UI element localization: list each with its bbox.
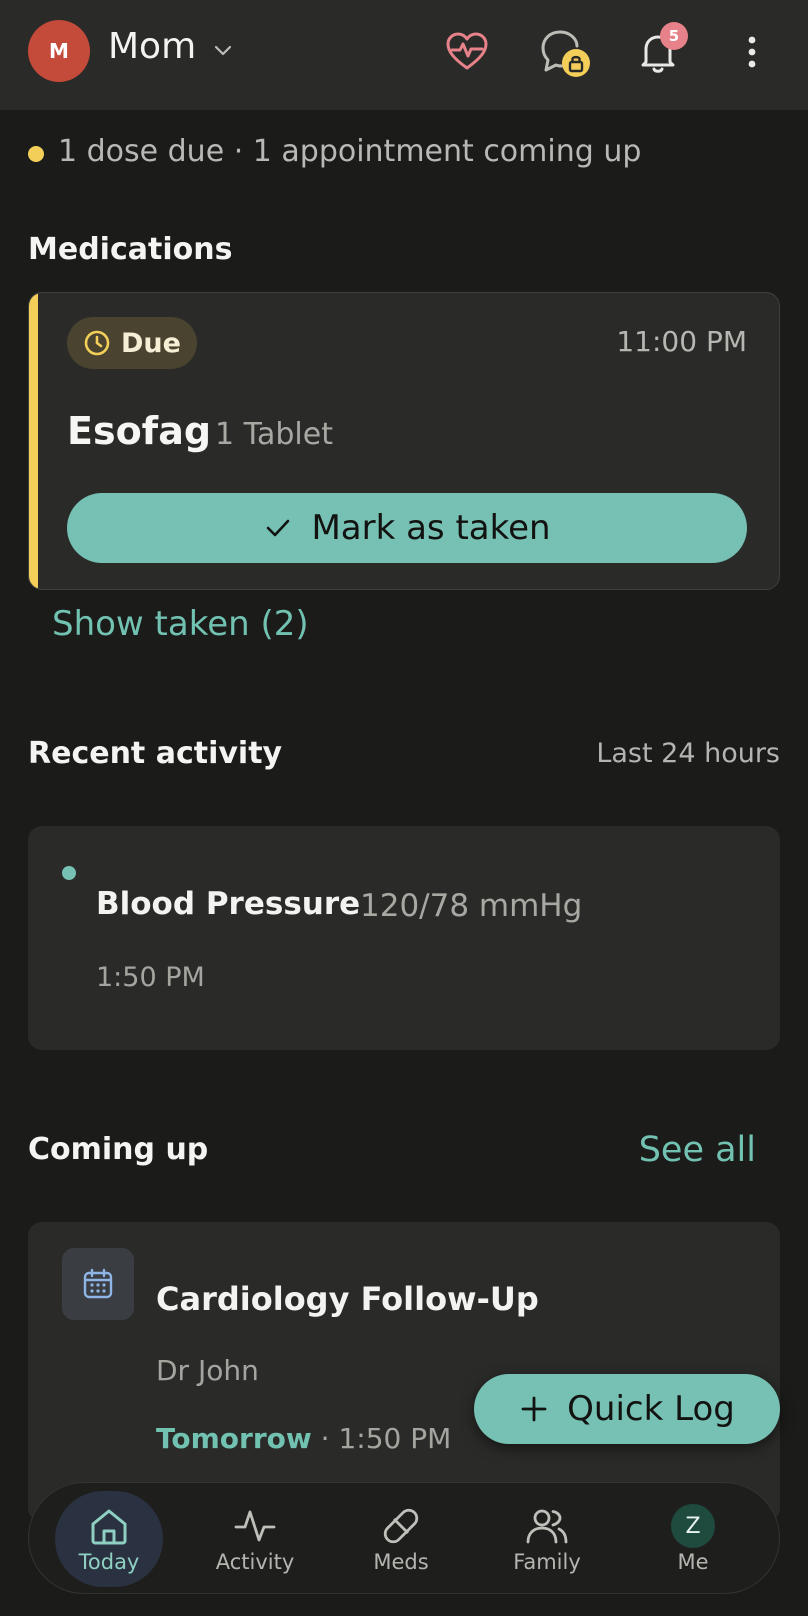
pill-icon (383, 1508, 419, 1544)
nav-meds[interactable]: Meds (347, 1491, 455, 1587)
nav-family[interactable]: Family (493, 1491, 601, 1587)
medication-name: Esofag (67, 409, 212, 453)
appointment-when: Tomorrow · 1:50 PM (156, 1422, 451, 1455)
summary-status-dot (28, 146, 44, 162)
recent-activity-title: Recent activity (28, 736, 283, 771)
profile-avatar[interactable]: M (28, 20, 90, 82)
me-avatar: Z (671, 1504, 715, 1548)
recent-activity-range: Last 24 hours (596, 738, 780, 769)
nav-me-label: Me (677, 1550, 709, 1574)
quick-log-button[interactable]: Quick Log (474, 1374, 780, 1444)
appointment-item[interactable]: Cardiology Follow-Up Dr John Tomorrow · … (28, 1222, 780, 1522)
nav-activity-label: Activity (215, 1550, 295, 1574)
appointment-day: Tomorrow (156, 1422, 312, 1455)
activity-time: 1:50 PM (96, 962, 205, 993)
due-status-badge: Due (67, 317, 197, 369)
coming-up-title: Coming up (28, 1132, 209, 1167)
show-taken-link[interactable]: Show taken (2) (52, 604, 309, 644)
mark-as-taken-label: Mark as taken (311, 508, 551, 548)
summary-text: 1 dose due · 1 appointment coming up (58, 134, 642, 169)
activity-icon (234, 1510, 276, 1542)
calendar-icon (83, 1268, 113, 1299)
due-status-label: Due (121, 327, 181, 359)
nav-family-label: Family (513, 1550, 581, 1574)
medication-dose: 1 Tablet (215, 417, 333, 452)
check-icon (267, 519, 290, 537)
home-icon (91, 1509, 127, 1545)
see-all-link[interactable]: See all (639, 1130, 756, 1170)
mark-as-taken-button[interactable]: Mark as taken (67, 493, 747, 563)
app-header: M Mom 5 (0, 0, 808, 110)
quick-log-label: Quick Log (567, 1389, 735, 1429)
nav-today-label: Today (78, 1550, 140, 1574)
activity-item[interactable]: Blood Pressure 120/78 mmHg 1:50 PM (28, 826, 780, 1050)
activity-title: Blood Pressure (96, 886, 361, 922)
appointment-time: · 1:50 PM (320, 1422, 452, 1455)
appointment-doctor: Dr John (156, 1354, 259, 1387)
notification-badge: 5 (660, 22, 688, 50)
appointment-title: Cardiology Follow-Up (156, 1280, 539, 1318)
clock-icon (84, 330, 110, 356)
plus-icon (521, 1396, 547, 1422)
chat-lock-icon[interactable] (538, 26, 598, 78)
activity-value: 120/78 mmHg (360, 888, 583, 924)
bottom-navigation: Today Activity Meds Family Z Me (28, 1482, 780, 1594)
medication-card: Due 11:00 PM Esofag 1 Tablet Mark as tak… (28, 292, 780, 590)
nav-today[interactable]: Today (55, 1491, 163, 1587)
appointment-icon-box (62, 1248, 134, 1320)
heart-pulse-icon[interactable] (443, 28, 491, 76)
nav-me[interactable]: Z Me (639, 1491, 747, 1587)
nav-activity[interactable]: Activity (201, 1491, 309, 1587)
nav-meds-label: Meds (373, 1550, 429, 1574)
chevron-down-icon[interactable] (212, 40, 234, 62)
medication-time: 11:00 PM (616, 325, 747, 358)
users-icon (526, 1509, 568, 1544)
more-vertical-icon[interactable] (740, 28, 764, 76)
medications-title: Medications (28, 232, 233, 267)
activity-dot (62, 866, 76, 880)
due-accent-bar (29, 293, 38, 589)
profile-name[interactable]: Mom (108, 26, 196, 67)
